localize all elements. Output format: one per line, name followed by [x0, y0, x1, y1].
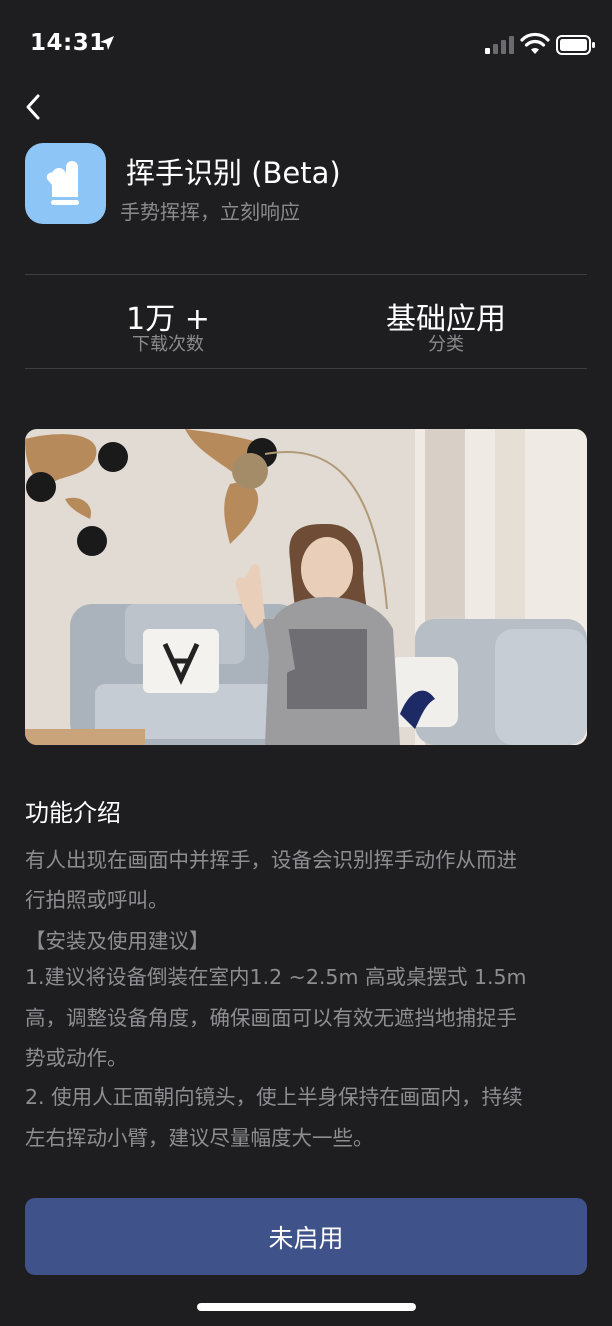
divider-top	[25, 274, 587, 275]
enable-button[interactable]: 未启用	[25, 1198, 587, 1275]
divider-bottom	[25, 368, 587, 369]
description-line: 【安装及使用建议】	[25, 929, 210, 953]
status-bar: 14:31	[0, 0, 612, 88]
status-time: 14:31	[30, 30, 106, 56]
section-title: 功能介绍	[25, 799, 121, 827]
app-icon	[25, 143, 106, 224]
app-tagline: 手势挥挥，立刻响应	[120, 200, 300, 224]
description-line: 有人出现在画面中并挥手，设备会识别挥手动作从而进	[25, 848, 517, 872]
description-line: 行拍照或呼叫。	[25, 888, 169, 912]
category-label: 分类	[428, 334, 464, 355]
description-line: 左右挥动小臂，建议尽量幅度大一些。	[25, 1126, 374, 1150]
downloads-label: 下载次数	[132, 334, 204, 355]
home-indicator[interactable]	[197, 1303, 416, 1311]
description-line: 2. 使用人正面朝向镜头，使上半身保持在画面内，持续	[25, 1085, 523, 1109]
location-arrow-icon	[100, 36, 114, 50]
app-title: 挥手识别 (Beta)	[126, 156, 341, 190]
description-line: 高，调整设备角度，确保画面可以有效无遮挡地捕捉手	[25, 1006, 517, 1030]
hero-photo	[25, 429, 587, 745]
glove-icon	[46, 161, 79, 205]
wifi-icon	[520, 32, 550, 54]
cellular-signal-icon	[485, 36, 514, 54]
description-line: 1.建议将设备倒装在室内1.2 ~2.5m 高或桌摆式 1.5m	[25, 965, 527, 989]
back-chevron-icon[interactable]	[20, 92, 48, 122]
description-line: 势或动作。	[25, 1046, 128, 1070]
battery-icon	[556, 35, 595, 55]
